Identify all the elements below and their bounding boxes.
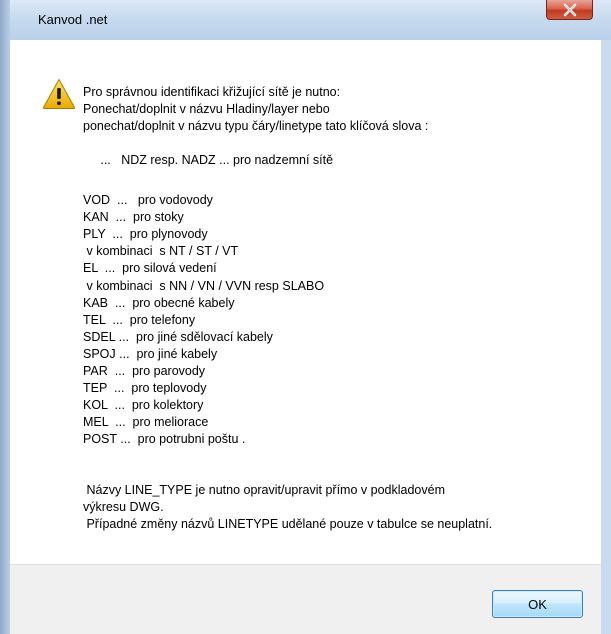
window-right-border — [601, 40, 611, 634]
close-icon — [563, 3, 576, 16]
window-title: Kanvod .net — [38, 12, 108, 27]
note-line: výkresu DWG. — [83, 500, 164, 514]
message-intro-line: ponechat/doplnit v názvu typu čáry/linet… — [83, 119, 429, 133]
keyword-line: POST ... pro potrubni poštu . — [83, 432, 246, 446]
keyword-line: TEL ... pro telefony — [83, 313, 196, 327]
warning-triangle-icon — [42, 78, 76, 109]
message-intro-line: Pro správnou identifikaci křižující sítě… — [83, 85, 341, 99]
title-bar[interactable]: Kanvod .net — [0, 0, 611, 40]
keyword-line: v kombinaci s NT / ST / VT — [83, 244, 239, 258]
keyword-line: PAR ... pro parovody — [83, 364, 206, 378]
keyword-line: SPOJ ... pro jiné kabely — [83, 347, 218, 361]
ok-button[interactable]: OK — [492, 590, 583, 618]
keyword-line: v kombinaci s NN / VN / VVN resp SLABO — [83, 279, 325, 293]
note-line: Případné změny názvů LINETYPE udělané po… — [83, 517, 493, 531]
message-intro-line: Ponechat/doplnit v názvu Hladiny/layer n… — [83, 102, 330, 116]
keyword-line: KOL ... pro kolektory — [83, 398, 204, 412]
keyword-line: PLY ... pro plynovody — [83, 227, 208, 241]
dialog-window: Kanvod .net Pro správnou identifikaci kř… — [0, 0, 611, 634]
note-line: Názvy LINE_TYPE je nutno opravit/upravit… — [83, 483, 445, 497]
keyword-line: KAN ... pro stoky — [83, 210, 184, 224]
keyword-line: VOD ... pro vodovody — [83, 193, 213, 207]
keyword-line: EL ... pro silová vedení — [83, 261, 217, 275]
keyword-line: KAB ... pro obecné kabely — [83, 296, 235, 310]
close-button[interactable] — [546, 0, 593, 20]
keyword-line: MEL ... pro meliorace — [83, 415, 209, 429]
keyword-line: TEP ... pro teplovody — [83, 381, 207, 395]
message-overhead-line: ... NDZ resp. NADZ ... pro nadzemní sítě — [83, 153, 334, 167]
keyword-line: SDEL ... pro jiné sdělovací kabely — [83, 330, 273, 344]
window-left-border — [0, 0, 10, 634]
